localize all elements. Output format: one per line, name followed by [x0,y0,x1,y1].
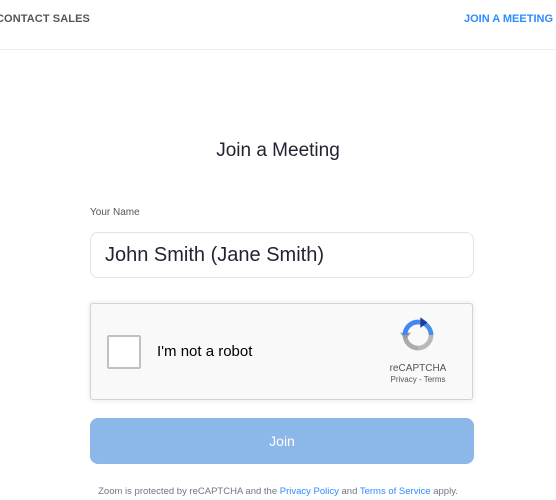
join-button[interactable]: Join [90,418,474,464]
recaptcha-logo-icon [400,317,434,351]
join-a-meeting-link[interactable]: JOIN A MEETING [464,13,553,25]
top-navigation-bar: CONTACT SALES JOIN A MEETING [0,0,556,50]
contact-sales-link[interactable]: CONTACT SALES [0,13,90,25]
your-name-label: Your Name [90,207,140,218]
terms-of-service-link[interactable]: Terms of Service [360,486,431,497]
recaptcha-widget: I'm not a robot reCAPTCHA Privacy - Term… [90,303,473,400]
footer-middle: and [338,486,360,497]
recaptcha-checkbox[interactable] [107,335,141,369]
recaptcha-links: Privacy - Terms [378,375,458,384]
your-name-input[interactable] [90,232,474,278]
recaptcha-link-separator: - [416,375,424,384]
recaptcha-terms-link[interactable]: Terms [424,375,446,384]
recaptcha-label: I'm not a robot [157,343,253,360]
footer-prefix: Zoom is protected by reCAPTCHA and the [98,486,280,497]
recaptcha-privacy-link[interactable]: Privacy [391,375,417,384]
recaptcha-footer-note: Zoom is protected by reCAPTCHA and the P… [0,486,556,497]
privacy-policy-link[interactable]: Privacy Policy [280,486,339,497]
page-title: Join a Meeting [216,140,340,161]
footer-suffix: apply. [430,486,458,497]
recaptcha-brand: reCAPTCHA [389,363,447,374]
